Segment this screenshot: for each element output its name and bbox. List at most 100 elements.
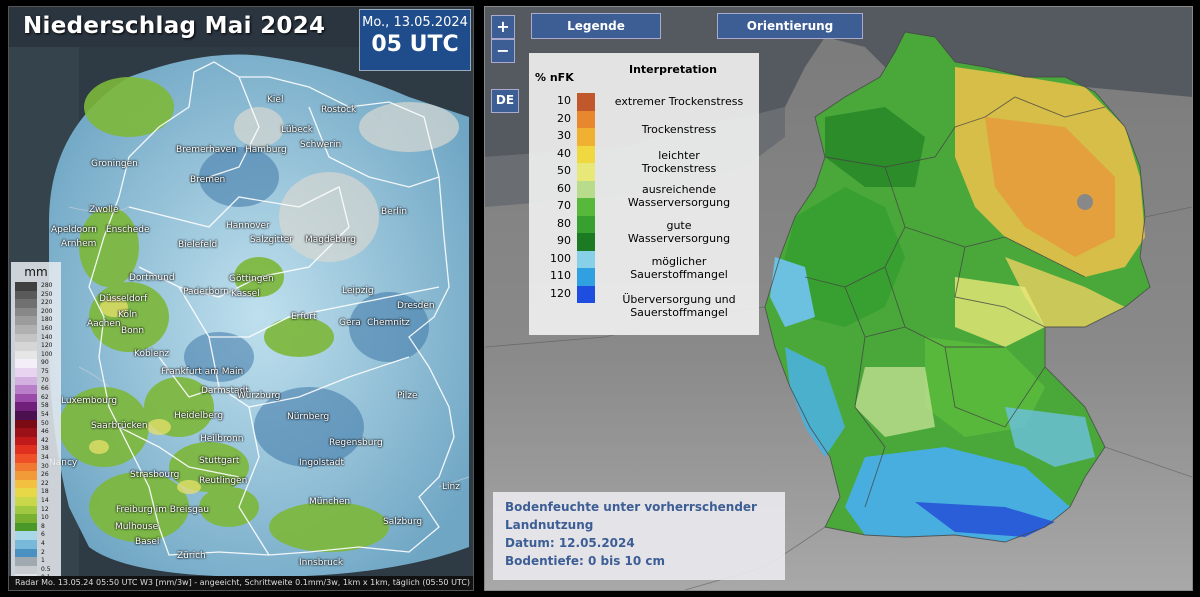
scale-swatch [15, 428, 37, 437]
legend-color-swatch [577, 268, 595, 286]
legend-value: 90 [557, 234, 571, 247]
city-label: Rostock [321, 105, 357, 115]
city-label: Strasbourg [130, 470, 180, 480]
legend-interpretation: gute Wasserversorgung [627, 219, 731, 245]
legend-value: 50 [557, 164, 571, 177]
city-label: Düsseldorf [99, 294, 148, 304]
legend-color-swatch [577, 233, 595, 251]
legend-value: 60 [557, 181, 571, 195]
scale-label: 14 [41, 497, 49, 504]
scale-label: 1 [41, 557, 45, 565]
scale-swatch [15, 333, 37, 343]
city-label: Erfurt [291, 312, 317, 322]
scale-label: 62 [41, 393, 49, 401]
city-label: Freiburg im Breisgau [116, 505, 210, 515]
scale-swatch [15, 462, 37, 472]
scale-label: 200 [41, 307, 53, 315]
scale-label: 100 [41, 350, 53, 358]
city-label: Chemnitz [367, 318, 410, 328]
legend-interpretation: leichter Trockenstress [641, 149, 717, 175]
scale-swatch [15, 402, 37, 411]
map-title: Niederschlag Mai 2024 [23, 13, 326, 39]
scale-label: 30 [41, 462, 49, 470]
scale-label: 75 [41, 368, 49, 375]
city-label: Heilbronn [200, 434, 244, 444]
legend-value: 100 [550, 251, 571, 265]
scale-swatch [15, 540, 37, 549]
city-label: Bonn [121, 326, 145, 336]
city-label: Arnhem [61, 239, 97, 249]
legend-color-swatch [577, 180, 595, 198]
region-de-button[interactable]: DE [491, 89, 519, 113]
scale-label: 58 [41, 402, 49, 410]
scale-swatch [15, 411, 37, 420]
scale-label: 220 [41, 299, 53, 307]
city-label: Koblenz [134, 349, 170, 359]
zoom-in-button[interactable]: + [491, 15, 515, 39]
legend-color-swatch [577, 198, 595, 216]
info-title-line2: Landnutzung [505, 518, 594, 532]
legend-value: 70 [557, 199, 571, 212]
scale-label: 6 [41, 531, 45, 539]
city-label: Enschede [106, 225, 150, 235]
city-label: Bielefeld [178, 240, 218, 250]
scale-label: 54 [41, 411, 49, 418]
legend-value: 10 [557, 94, 571, 107]
legend-color-swatch [577, 128, 595, 146]
scale-swatch [15, 282, 37, 291]
city-label: Pilze [397, 391, 418, 401]
scale-swatch [15, 393, 37, 403]
city-label: Frankfurt am Main [161, 367, 244, 377]
scale-label: 46 [41, 428, 49, 436]
legend-color-swatch [577, 163, 595, 181]
scale-swatch [15, 445, 37, 454]
city-label: Salzburg [383, 517, 423, 527]
scale-label: 22 [41, 479, 49, 487]
city-label: Aachen [87, 319, 121, 329]
scale-label: 90 [41, 359, 49, 367]
city-label: Berlin [381, 207, 408, 217]
scale-label: 38 [41, 445, 49, 453]
city-label: Basel [135, 537, 160, 547]
legend-interpretation: extremer Trockenstress [614, 95, 744, 108]
scale-label: 120 [41, 342, 53, 350]
scale-label: 8 [41, 522, 45, 530]
city-label: Mulhouse [115, 522, 159, 532]
legend-interpretation: ausreichende Wasserversorgung [627, 183, 731, 209]
legend-color-swatch [577, 285, 595, 303]
city-label: Nürnberg [287, 412, 330, 422]
orientation-button[interactable]: Orientierung [717, 13, 863, 39]
scale-swatch [15, 385, 37, 394]
scale-swatch [15, 316, 37, 325]
legend-interpretation: Trockenstress [641, 123, 717, 136]
scale-label: 42 [41, 436, 49, 444]
city-label: Schwerin [300, 140, 342, 150]
legend-color-swatch [577, 110, 595, 128]
city-label: Kiel [267, 95, 284, 105]
legend-color-swatch [577, 145, 595, 163]
legend-value: 120 [550, 286, 571, 300]
scale-swatch [15, 488, 37, 497]
info-date: Datum: 12.05.2024 [505, 536, 635, 550]
info-depth: Bodentiefe: 0 bis 10 cm [505, 554, 666, 568]
date-label: Mo., 13.05.2024 [362, 15, 468, 30]
legend-button[interactable]: Legende [531, 13, 661, 39]
zoom-out-button[interactable]: − [491, 39, 515, 63]
scale-swatch [15, 368, 37, 377]
legend-interpretation: möglicher Sauerstoffmangel [630, 255, 728, 281]
scale-swatch [15, 436, 37, 446]
scale-swatch [15, 522, 37, 532]
scale-swatch [15, 454, 37, 463]
scale-label: 2 [41, 548, 45, 556]
city-label: Leipzig [342, 286, 374, 296]
soil-moisture-panel: + − DE Legende Orientierung % nFK Interp… [484, 6, 1193, 591]
scale-label: 70 [41, 376, 49, 384]
info-title-line1: Bodenfeuchte unter vorherrschender [505, 500, 757, 514]
scale-swatch [15, 471, 37, 480]
legend-color-swatch [577, 93, 595, 111]
legend-value: 30 [557, 129, 571, 142]
scale-label: 10 [41, 514, 49, 522]
city-label: Gera [339, 318, 361, 328]
scale-label: 140 [41, 333, 53, 341]
scale-swatch [15, 350, 37, 360]
